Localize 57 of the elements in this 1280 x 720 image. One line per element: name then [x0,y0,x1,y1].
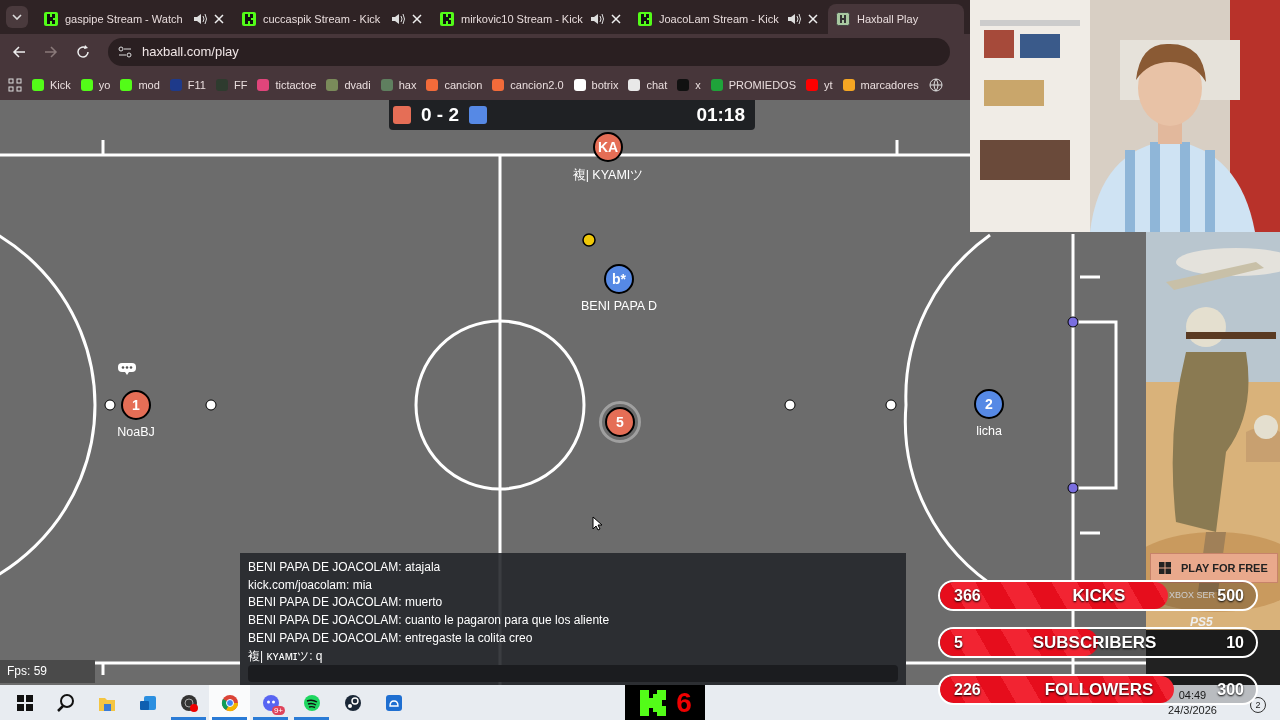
bookmark-link[interactable]: yt [806,78,833,91]
chat-message: BENI PAPA DE JOACOLAM: cuanto le pagaron para que los aliente [248,612,611,630]
player-disc: b* [604,264,634,294]
platform-text: XBOX SER [1169,590,1215,600]
player-disc: 1 [121,390,151,420]
bookmark-link[interactable]: cancion [426,78,483,91]
clock-date: 24/3/2026 [1168,703,1217,718]
bookmark-link[interactable]: botrix [573,78,619,91]
player-name: licha [976,424,1002,438]
player-name: BENI PAPA D [581,299,657,313]
bookmark-link[interactable]: chat [628,78,668,91]
goal-count: 366 [954,586,981,605]
player-name: 複| KYAMIツ [572,167,644,184]
bookmark-link[interactable]: FF [215,78,248,91]
browser-tab[interactable]: cuccaspik Stream - Kick [234,4,430,34]
bookmark-link[interactable]: mod [120,78,160,91]
match-timer: 01:18 [696,104,745,126]
bookmark-link[interactable]: hax [380,78,417,91]
player-name: NoaBJ [117,425,155,439]
goal-target: 10 [1226,633,1244,652]
clock-time: 04:49 [1177,688,1208,703]
notification-badge: 9+ [271,706,285,715]
browser-tab[interactable]: gaspipe Stream - Watch [36,4,232,34]
goal-label: FOLLOWERS [1044,679,1154,700]
bookmark-link[interactable]: marcadores [842,78,919,91]
chat-message: BENI PAPA DE JOACOLAM: muerto [248,594,444,612]
browser-tab[interactable]: JoacoLam Stream - Kick [630,4,826,34]
browser-tab[interactable]: mirkovic10 Stream - Kick [432,4,628,34]
fps-counter: Fps: 59 [0,660,95,683]
chat-message: BENI PAPA DE JOACOLAM: entregaste la colita creo [248,629,534,647]
chat-message: BENI PAPA DE JOACOLAM: atajala [248,559,442,576]
bookmark-link[interactable]: dvadi [326,78,371,91]
address-bar[interactable]: haxball.com/play [108,37,950,66]
bookmark-link[interactable]: cancion2.0 [492,78,564,91]
browser-tab[interactable]: Haxball Play [828,4,964,34]
bookmark-link[interactable]: Kick [32,78,71,91]
goal-target: 300 [1217,680,1244,699]
chat-message: 複| ᴋʏᴀᴍɪツ: q [248,647,324,665]
player-disc: 2 [974,389,1004,419]
bookmark-link[interactable]: yo [80,78,111,91]
goal-count: 5 [954,633,963,652]
goal-count: 226 [954,680,981,699]
chat-message: kick.com/joacolam: mia [248,576,374,594]
bookmark-link[interactable]: PROMIEDOS [710,78,796,91]
player-disc: 5 [605,407,635,437]
counter-text: 6 [676,686,692,719]
bookmark-link[interactable]: x [677,78,701,91]
score-text: 0 - 2 [421,104,460,126]
platform-text: PS5 [1190,615,1213,629]
player-disc: KA [593,132,623,162]
bookmark-link[interactable]: F11 [169,78,206,91]
goal-label: KICKS [1072,585,1126,606]
goal-target: 500 [1217,586,1244,605]
bookmark-link[interactable]: tictactoe [257,78,317,91]
taskbar-button[interactable]: 9+ [250,685,291,720]
play-for-free-button[interactable]: PLAY FOR FREE [1150,553,1278,583]
address-text: haxball.com/play [142,44,239,59]
